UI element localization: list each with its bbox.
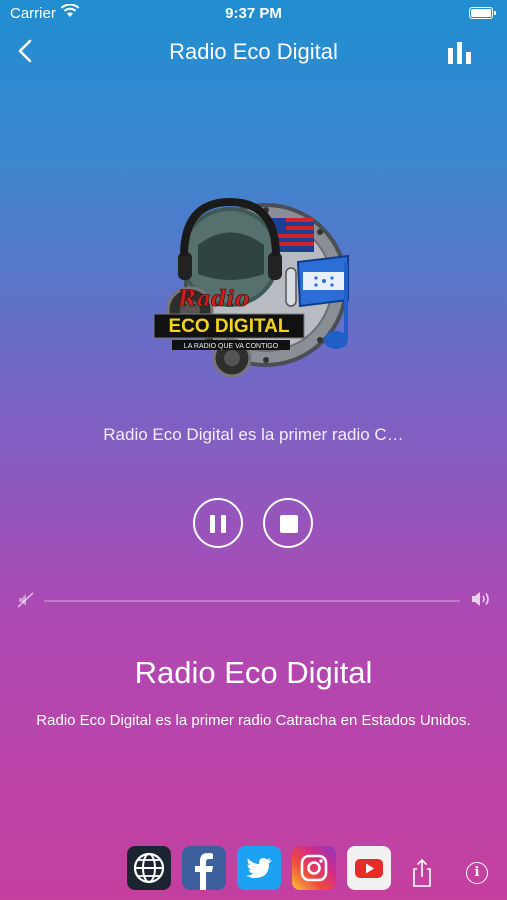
station-title: Radio Eco Digital [134,655,373,690]
stop-button[interactable] [263,498,313,548]
globe-icon [133,852,165,884]
equalizer-button[interactable] [447,42,473,64]
twitter-button[interactable] [237,846,281,890]
battery-icon [469,7,496,19]
now-playing-text: Radio Eco Digital es la primer radio C… [103,425,404,444]
station-description: Radio Eco Digital es la primer radio Cat… [36,712,471,729]
pause-button[interactable] [193,498,243,548]
station-logo: Radio ECO DIGITAL LA RADIO QUE VA CONTIG… [148,190,358,390]
info-icon: i [474,865,480,880]
nav-bar: Radio Eco Digital [0,28,507,74]
equalizer-icon [448,42,471,64]
nav-title: Radio Eco Digital [169,39,338,64]
status-bar: Carrier 9:37 PM [0,0,507,28]
stop-icon [280,515,298,533]
facebook-icon [195,853,213,890]
share-button[interactable] [410,858,434,893]
logo-main-text: ECO DIGITAL [168,316,289,337]
clock: 9:37 PM [225,5,282,22]
youtube-icon [355,859,383,878]
volume-slider[interactable] [44,600,460,602]
instagram-button[interactable] [292,846,336,890]
twitter-icon [246,858,272,878]
website-button[interactable] [127,846,171,890]
facebook-button[interactable] [182,846,226,890]
youtube-button[interactable] [347,846,391,890]
info-button[interactable]: i [466,862,488,884]
volume-mute-icon [17,591,35,614]
instagram-icon [300,854,328,882]
logo-tagline: LA RADIO QUE VA CONTIGO [184,343,279,350]
share-icon [413,858,431,887]
volume-up-icon [470,590,492,613]
logo-top-text: Radio [177,286,249,312]
